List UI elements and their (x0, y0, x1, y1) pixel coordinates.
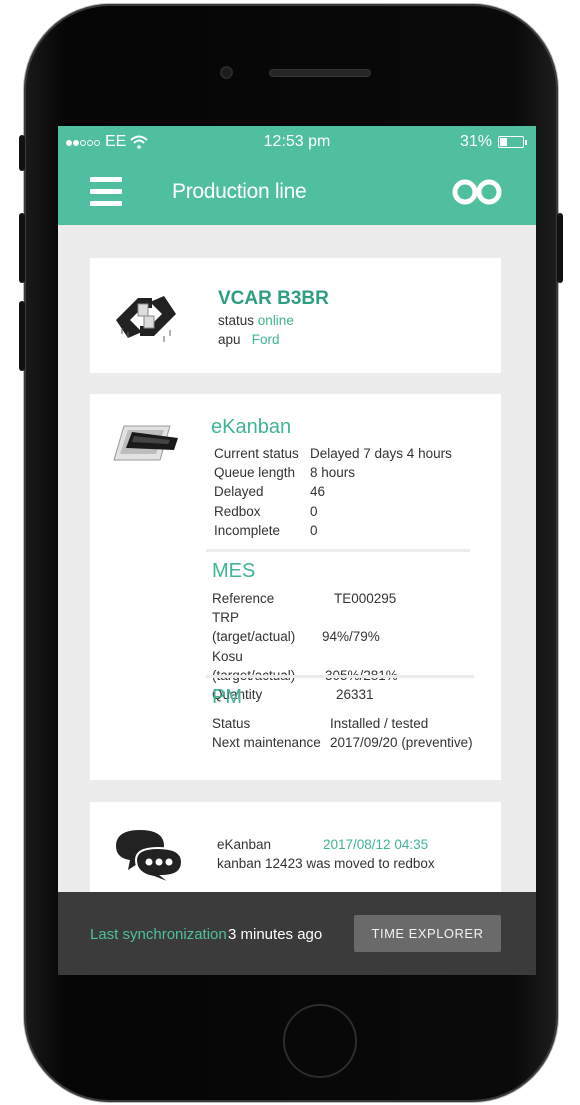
message-body: eKanban 2017/08/12 04:35 kanban 12423 was… (217, 835, 435, 873)
front-camera (222, 68, 231, 77)
ekanban-row: Redbox 0 (214, 503, 318, 519)
device-name: VCAR B3BR (218, 288, 329, 309)
hamburger-menu-icon[interactable] (90, 177, 122, 207)
time-explorer-button[interactable]: TIME EXPLORER (354, 915, 501, 952)
infinity-icon[interactable] (451, 178, 503, 206)
earpiece-speaker (270, 70, 370, 76)
pm-row: Next maintenance 2017/09/20 (preventive) (212, 735, 473, 751)
ekanban-row: Current status Delayed 7 days 4 hours (214, 446, 452, 461)
sync-label: Last synchronization (90, 926, 227, 943)
mes-row: TRP (target/actual) 94%/79% (212, 610, 380, 645)
volume-up-button (19, 213, 25, 283)
page-title: Production line (172, 180, 307, 203)
sync-value: 3 minutes ago (228, 926, 323, 943)
message-text: kanban 12423 was moved to redbox (217, 856, 435, 872)
device-card[interactable]: VCAR B3BR status online apu Ford (90, 258, 501, 373)
device-details: status online apu Ford (218, 311, 294, 349)
details-card: eKanban Current status Delayed 7 days 4 h… (90, 394, 501, 780)
ekanban-row: Queue length 8 hours (214, 465, 356, 481)
pm-row: Status Installed / tested (212, 716, 429, 731)
device-module-icon (116, 296, 176, 342)
divider (206, 675, 474, 678)
volume-down-button (19, 301, 25, 371)
ekanban-icon (113, 425, 178, 461)
home-button[interactable] (283, 1004, 357, 1078)
status-bar: EE 12:53 pm 31% (58, 126, 536, 160)
chat-bubbles-icon (116, 830, 184, 885)
battery-percentage: 31% (459, 133, 492, 150)
ekanban-title: eKanban (211, 416, 292, 438)
pm-title: PM (212, 686, 242, 708)
apu-value: Ford (251, 332, 280, 348)
ekanban-row: Delayed 46 (214, 484, 326, 500)
message-source: eKanban (217, 837, 272, 852)
divider (206, 549, 470, 552)
mes-title: MES (212, 560, 256, 582)
status-label: status (218, 313, 255, 328)
status-value: online (257, 313, 294, 328)
ekanban-row: Incomplete 0 (214, 522, 318, 538)
apu-label: apu (218, 332, 241, 348)
mes-row: Reference TE000295 (212, 591, 397, 606)
mute-switch (19, 135, 25, 171)
screen: EE 12:53 pm 31% Production line VCAR B3B… (58, 126, 536, 975)
battery-icon (498, 136, 527, 148)
mes-row: Kosu (target/actual)305%/281% (212, 648, 398, 683)
bottom-bar: Last synchronization 3 minutes ago TIME … (58, 892, 536, 975)
power-button (557, 213, 563, 283)
pm-details: Status Installed / tested Next maintenanc… (212, 714, 473, 752)
message-timestamp: 2017/08/12 04:35 (323, 837, 429, 852)
app-bar: Production line (58, 160, 536, 225)
ekanban-details: Current status Delayed 7 days 4 hours Que… (214, 444, 452, 540)
